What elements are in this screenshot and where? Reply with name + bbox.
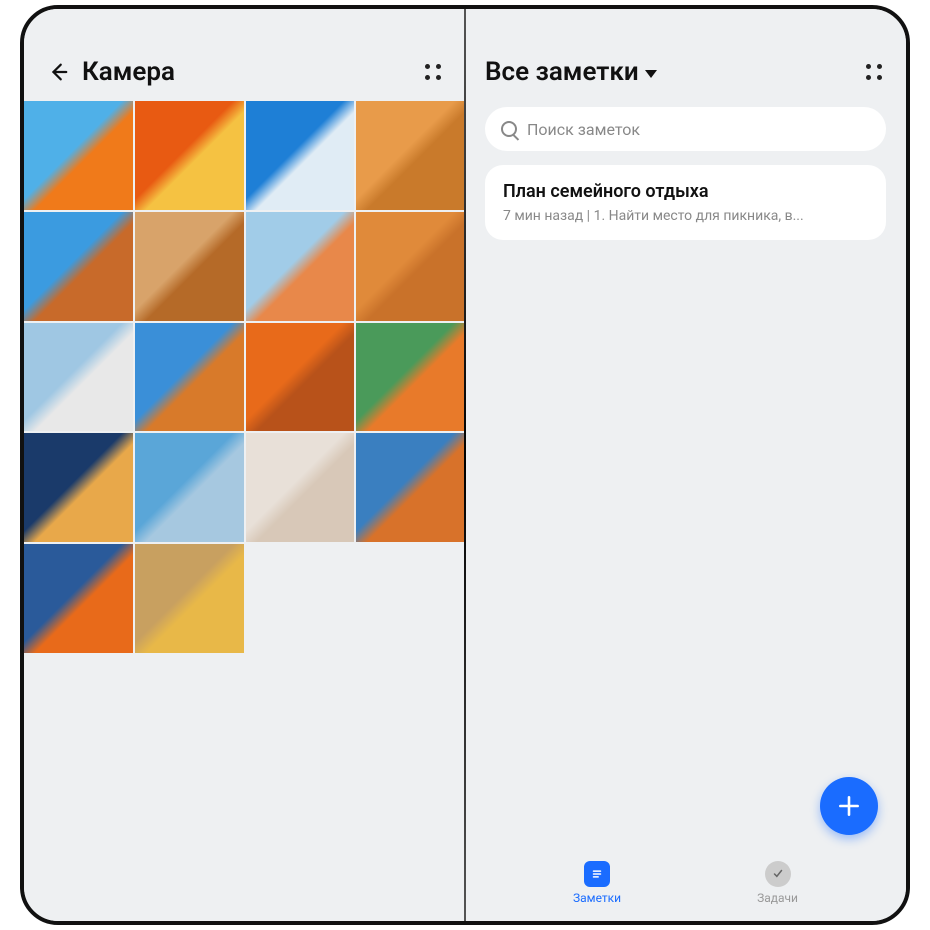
- note-card[interactable]: План семейного отдыха 7 мин назад | 1. Н…: [485, 165, 886, 240]
- nav-tasks-tab[interactable]: Задачи: [757, 861, 798, 905]
- notes-title-dropdown[interactable]: Все заметки: [485, 57, 657, 87]
- photo-thumbnail[interactable]: [135, 101, 244, 210]
- note-title: План семейного отдыха: [503, 181, 868, 202]
- bottom-nav: Заметки Задачи: [465, 861, 906, 905]
- photo-thumbnail[interactable]: [24, 544, 133, 653]
- add-note-fab[interactable]: [820, 777, 878, 835]
- photo-thumbnail[interactable]: [135, 544, 244, 653]
- photo-thumbnail[interactable]: [135, 433, 244, 542]
- chevron-down-icon: [645, 70, 657, 78]
- search-icon: [501, 121, 517, 137]
- notes-title-text: Все заметки: [485, 57, 639, 87]
- notes-header: Все заметки: [465, 49, 906, 101]
- photo-thumbnail[interactable]: [246, 212, 355, 321]
- photo-thumbnail[interactable]: [135, 212, 244, 321]
- menu-dots-icon[interactable]: [862, 60, 886, 84]
- note-subtitle: 7 мин назад | 1. Найти место для пикника…: [503, 208, 868, 224]
- nav-notes-tab[interactable]: Заметки: [573, 861, 621, 905]
- photo-thumbnail[interactable]: [356, 323, 465, 432]
- photo-thumbnail[interactable]: [356, 101, 465, 210]
- search-placeholder: Поиск заметок: [527, 120, 640, 139]
- gallery-header: Камера: [24, 49, 465, 101]
- photo-grid: [24, 101, 465, 653]
- photo-thumbnail[interactable]: [246, 433, 355, 542]
- photo-thumbnail[interactable]: [356, 212, 465, 321]
- menu-dots-icon[interactable]: [421, 60, 445, 84]
- photo-thumbnail[interactable]: [24, 323, 133, 432]
- photo-thumbnail[interactable]: [24, 101, 133, 210]
- foldable-device-frame: Камера Все заметки Поиск заметок План се…: [20, 5, 910, 925]
- device-hinge: [464, 9, 466, 921]
- gallery-title: Камера: [82, 57, 175, 87]
- back-arrow-icon[interactable]: [44, 58, 72, 86]
- photo-thumbnail[interactable]: [24, 433, 133, 542]
- photo-thumbnail[interactable]: [24, 212, 133, 321]
- notes-pane: Все заметки Поиск заметок План семейного…: [465, 9, 906, 921]
- photo-thumbnail[interactable]: [135, 323, 244, 432]
- notes-icon: [584, 861, 610, 887]
- nav-notes-label: Заметки: [573, 891, 621, 905]
- search-input[interactable]: Поиск заметок: [485, 107, 886, 151]
- photo-thumbnail[interactable]: [356, 433, 465, 542]
- gallery-pane: Камера: [24, 9, 465, 921]
- nav-tasks-label: Задачи: [757, 891, 798, 905]
- photo-thumbnail[interactable]: [246, 101, 355, 210]
- tasks-icon: [765, 861, 791, 887]
- photo-thumbnail[interactable]: [246, 323, 355, 432]
